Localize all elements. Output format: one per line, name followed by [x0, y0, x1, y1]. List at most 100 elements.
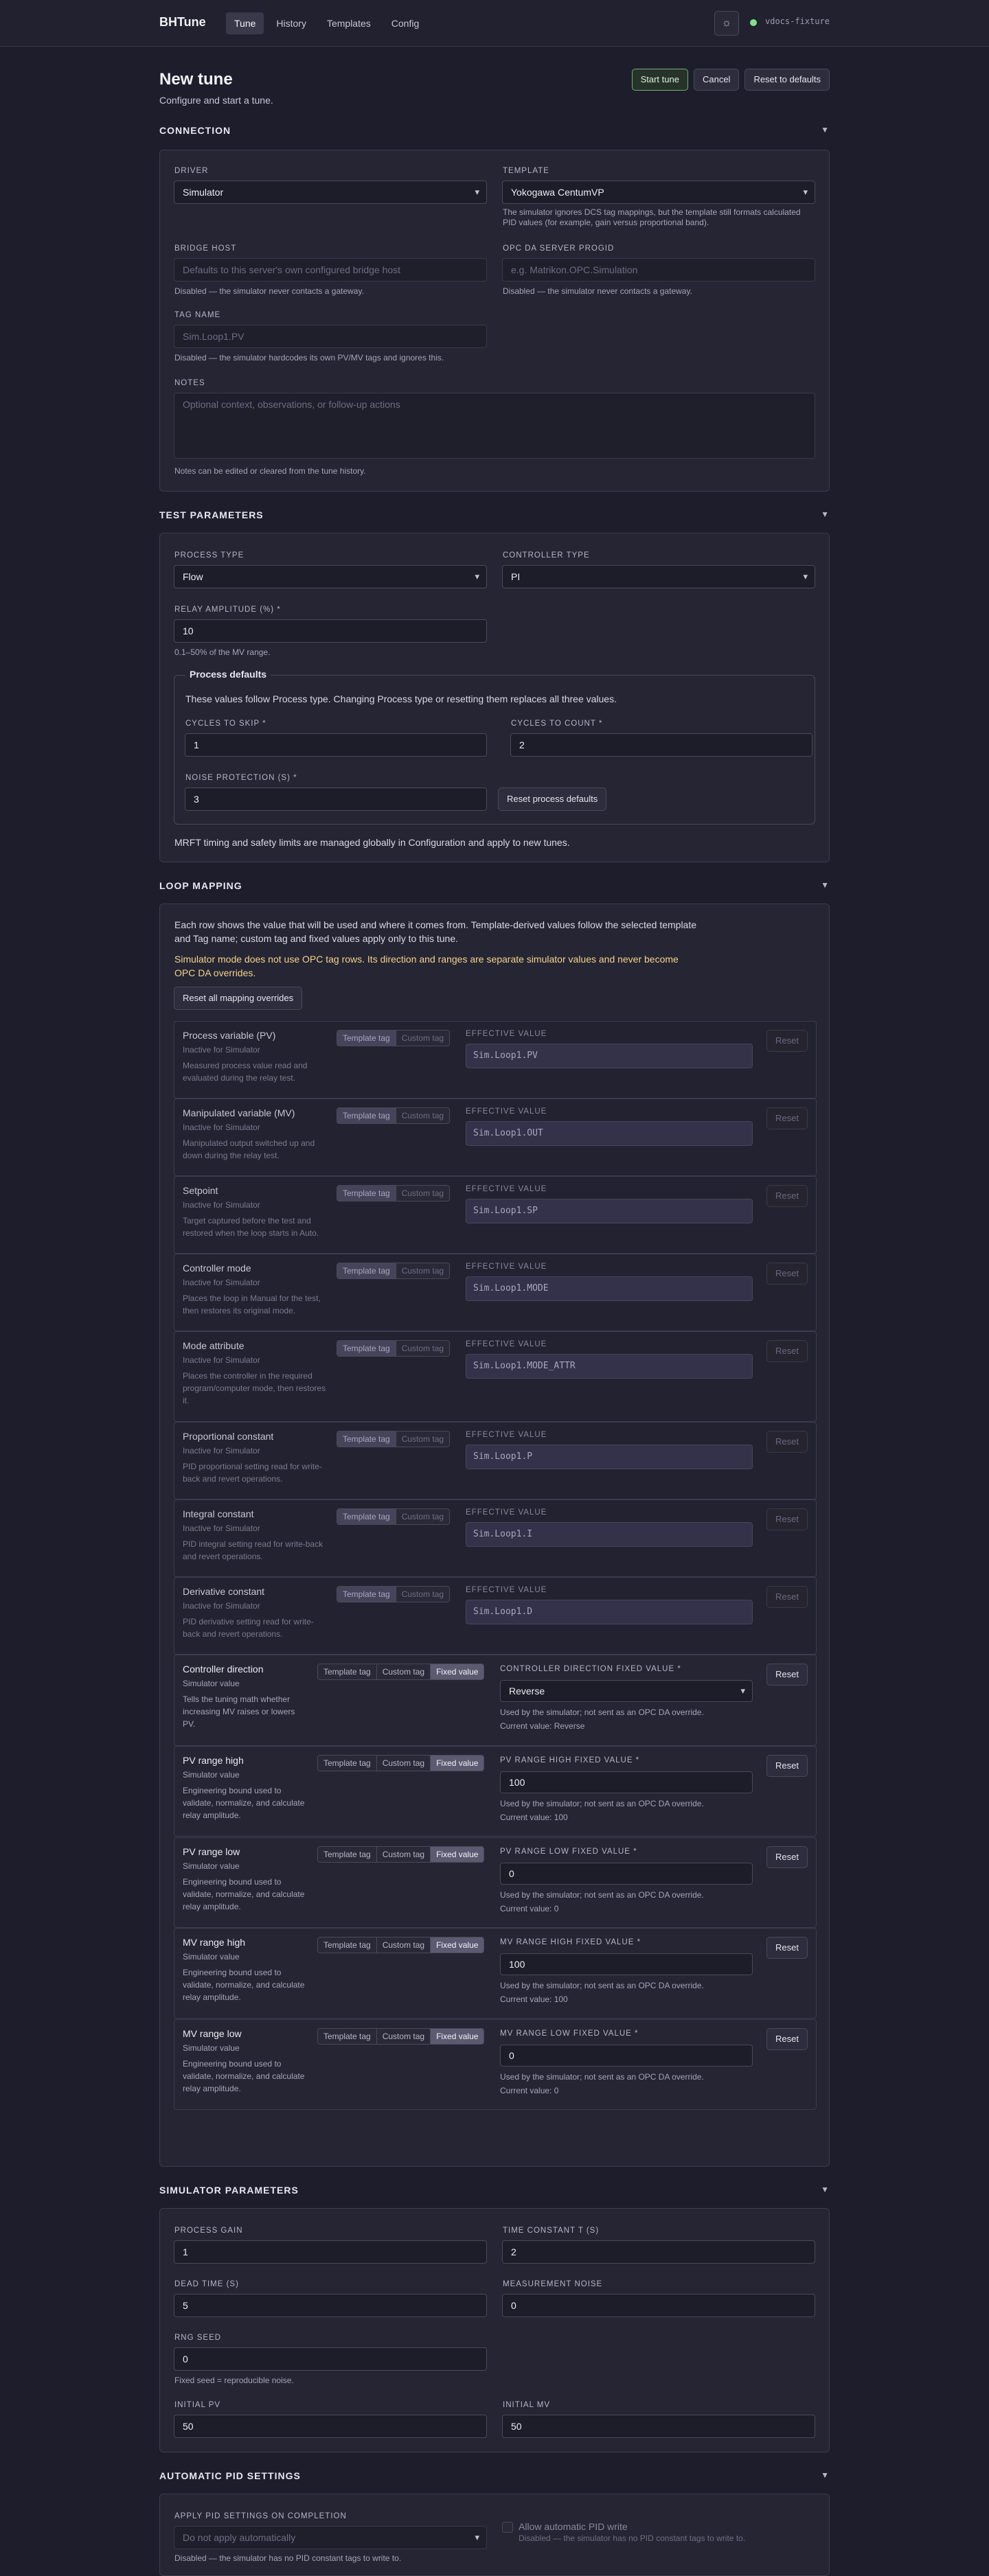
initial-mv-input[interactable]: 50 — [502, 2415, 815, 2438]
opc-progid-help: Disabled — the simulator never contacts … — [503, 286, 692, 296]
template-tag-option[interactable]: Template tag — [318, 1664, 376, 1679]
fixed-value-option[interactable]: Fixed value — [430, 1664, 484, 1679]
template-tag-option[interactable]: Template tag — [318, 1756, 376, 1771]
time-constant-input[interactable]: 2 — [502, 2240, 815, 2264]
section-test-header[interactable]: TEST PARAMETERS ▼ — [159, 509, 830, 526]
nav-history[interactable]: History — [268, 12, 315, 34]
measurement-noise-input[interactable]: 0 — [502, 2294, 815, 2317]
custom-tag-option[interactable]: Custom tag — [395, 1263, 450, 1278]
cancel-button[interactable]: Cancel — [693, 69, 740, 91]
fixed-value-option[interactable]: Fixed value — [430, 1756, 484, 1771]
template-tag-option[interactable]: Template tag — [318, 1937, 376, 1953]
controller-type-select[interactable]: PI — [502, 565, 815, 588]
nav-templates[interactable]: Templates — [319, 12, 379, 34]
template-tag-option[interactable]: Template tag — [337, 1587, 396, 1602]
template-tag-option[interactable]: Template tag — [318, 2029, 376, 2044]
reset-all-overrides-button[interactable]: Reset all mapping overrides — [174, 987, 303, 1010]
row-reset-button[interactable]: Reset — [766, 1340, 808, 1362]
fixed-value-option[interactable]: Fixed value — [430, 1937, 484, 1953]
theme-toggle-button[interactable]: ☼ — [714, 11, 739, 36]
template-tag-option[interactable]: Template tag — [337, 1263, 396, 1278]
custom-tag-option[interactable]: Custom tag — [376, 1756, 431, 1771]
cycles-skip-input[interactable]: 1 — [185, 733, 487, 757]
driver-select[interactable]: Simulator — [174, 181, 487, 204]
dead-time-input[interactable]: 5 — [174, 2294, 487, 2317]
template-tag-option[interactable]: Template tag — [337, 1509, 396, 1524]
fixed-value-input[interactable]: 0 — [500, 2045, 753, 2067]
mapping-row-status: Simulator value — [183, 1679, 240, 1688]
notes-textarea[interactable]: Optional context, observations, or follo… — [174, 393, 815, 459]
custom-tag-option[interactable]: Custom tag — [395, 1108, 450, 1123]
custom-tag-option[interactable]: Custom tag — [376, 2029, 431, 2044]
relay-amplitude-input[interactable]: 10 — [174, 619, 487, 643]
effective-value: Sim.Loop1.PV — [466, 1044, 753, 1068]
relay-amplitude-label: RELAY AMPLITUDE (%) * — [174, 606, 281, 614]
allow-pid-write-checkbox[interactable] — [502, 2522, 513, 2533]
custom-tag-option[interactable]: Custom tag — [376, 1847, 431, 1862]
row-reset-button[interactable]: Reset — [766, 1755, 808, 1777]
template-tag-option[interactable]: Template tag — [337, 1031, 396, 1046]
template-tag-option[interactable]: Template tag — [337, 1431, 396, 1447]
custom-tag-option[interactable]: Custom tag — [395, 1341, 450, 1356]
noise-protection-input[interactable]: 3 — [185, 787, 487, 811]
template-tag-option[interactable]: Template tag — [318, 1847, 376, 1862]
bridge-host-input[interactable]: Defaults to this server's own configured… — [174, 258, 487, 281]
row-reset-button[interactable]: Reset — [766, 1937, 808, 1959]
row-reset-button[interactable]: Reset — [766, 1846, 808, 1868]
apply-pid-select[interactable]: Do not apply automatically — [174, 2526, 487, 2549]
start-tune-button[interactable]: Start tune — [631, 69, 688, 91]
template-select[interactable]: Yokogawa CentumVP — [502, 181, 815, 204]
row-reset-button[interactable]: Reset — [766, 1263, 808, 1285]
section-loop-header[interactable]: LOOP MAPPING ▼ — [159, 880, 830, 897]
cycles-count-input[interactable]: 2 — [510, 733, 812, 757]
fixed-value-input[interactable]: 0 — [500, 1863, 753, 1885]
reset-process-defaults-button[interactable]: Reset process defaults — [498, 787, 607, 811]
section-auto-pid-header[interactable]: AUTOMATIC PID SETTINGS ▼ — [159, 2470, 830, 2487]
mapping-row-description: Engineering bound used to validate, norma… — [183, 2058, 327, 2095]
template-tag-option[interactable]: Template tag — [337, 1108, 396, 1123]
row-reset-button[interactable]: Reset — [766, 1508, 808, 1530]
row-reset-button[interactable]: Reset — [766, 1107, 808, 1129]
template-tag-option[interactable]: Template tag — [337, 1341, 396, 1356]
current-value: Current value: 0 — [500, 2086, 559, 2095]
template-tag-option[interactable]: Template tag — [337, 1186, 396, 1201]
custom-tag-option[interactable]: Custom tag — [376, 1664, 431, 1679]
fixed-value-option[interactable]: Fixed value — [430, 1847, 484, 1862]
description-line: Manipulated output switched up and — [183, 1138, 315, 1148]
nav-tune[interactable]: Tune — [226, 12, 264, 34]
opc-progid-input[interactable]: e.g. Matrikon.OPC.Simulation — [502, 258, 815, 281]
custom-tag-option[interactable]: Custom tag — [376, 1937, 431, 1953]
row-reset-button[interactable]: Reset — [766, 1431, 808, 1453]
reset-defaults-button[interactable]: Reset to defaults — [744, 69, 830, 91]
custom-tag-option[interactable]: Custom tag — [395, 1431, 450, 1447]
initial-pv-input[interactable]: 50 — [174, 2415, 487, 2438]
row-reset-button[interactable]: Reset — [766, 1030, 808, 1052]
row-reset-button[interactable]: Reset — [766, 1185, 808, 1207]
section-simulator-header[interactable]: SIMULATOR PARAMETERS ▼ — [159, 2185, 830, 2201]
template-help: The simulator ignores DCS tag mappings, … — [503, 207, 801, 227]
brand-logo[interactable]: BHTune — [159, 15, 206, 30]
process-type-select[interactable]: Flow — [174, 565, 487, 588]
source-toggle: Template tag Custom tag — [337, 1107, 451, 1124]
tag-name-label: TAG NAME — [174, 311, 221, 319]
rng-seed-input[interactable]: 0 — [174, 2347, 487, 2371]
fixed-value-input[interactable]: 100 — [500, 1953, 753, 1975]
process-gain-input[interactable]: 1 — [174, 2240, 487, 2264]
description-line: Places the controller in the required — [183, 1371, 312, 1381]
fixed-value-input[interactable]: 100 — [500, 1771, 753, 1793]
fixed-value-input[interactable]: Reverse — [500, 1680, 753, 1702]
mrft-note: MRFT timing and safety limits are manage… — [174, 837, 570, 848]
custom-tag-option[interactable]: Custom tag — [395, 1031, 450, 1046]
section-connection-header[interactable]: CONNECTION ▼ — [159, 125, 830, 141]
row-reset-button[interactable]: Reset — [766, 2028, 808, 2050]
fixed-value-option[interactable]: Fixed value — [430, 2029, 484, 2044]
custom-tag-option[interactable]: Custom tag — [395, 1587, 450, 1602]
row-reset-button[interactable]: Reset — [766, 1586, 808, 1608]
custom-tag-option[interactable]: Custom tag — [395, 1186, 450, 1201]
custom-tag-option[interactable]: Custom tag — [395, 1509, 450, 1524]
nav-config[interactable]: Config — [383, 12, 427, 34]
row-reset-button[interactable]: Reset — [766, 1664, 808, 1686]
tag-name-input[interactable]: Sim.Loop1.PV — [174, 325, 487, 348]
notes-label: NOTES — [174, 379, 205, 387]
mapping-row-description: Engineering bound used to validate, norma… — [183, 1784, 327, 1821]
